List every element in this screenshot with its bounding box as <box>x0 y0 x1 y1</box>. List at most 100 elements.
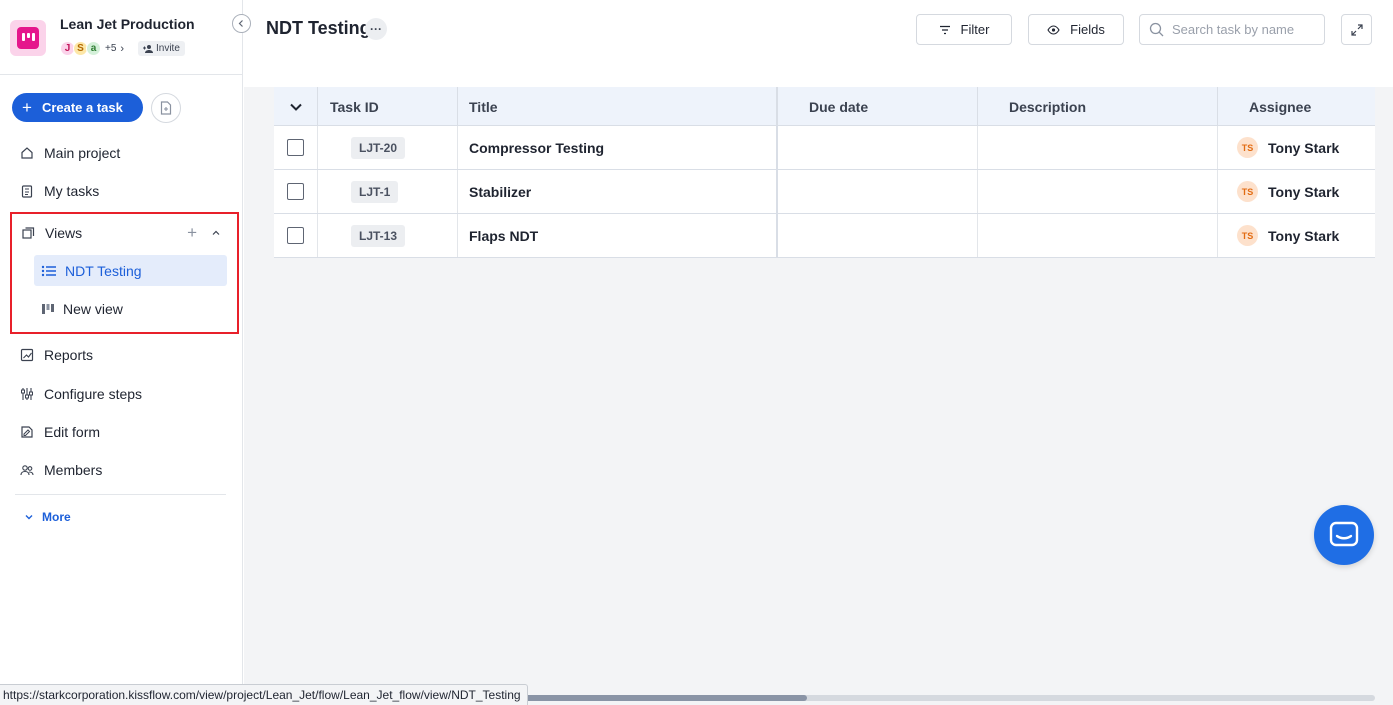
column-header-task-id[interactable]: Task ID <box>318 87 458 126</box>
main-content: NDT Testing ··· Filter Fields Task ID Ti… <box>244 0 1393 705</box>
description-cell[interactable] <box>978 214 1218 257</box>
due-date-cell[interactable] <box>778 126 978 169</box>
title-cell[interactable]: Compressor Testing <box>458 126 778 169</box>
row-checkbox[interactable] <box>287 183 304 200</box>
sidebar-item-members[interactable]: Members <box>20 458 102 482</box>
column-header-title[interactable]: Title <box>458 87 778 126</box>
chevron-left-icon <box>238 20 243 27</box>
task-title: Flaps NDT <box>469 227 539 244</box>
plus-icon: + <box>22 98 32 117</box>
column-header-description[interactable]: Description <box>978 87 1218 126</box>
views-section: Views + NDT Testing New view <box>10 212 239 334</box>
clipboard-icon <box>21 185 33 198</box>
invite-label: Invite <box>156 43 180 54</box>
create-task-button[interactable]: + Create a task <box>12 93 143 122</box>
project-logo[interactable] <box>10 20 46 56</box>
sidebar-item-label: My tasks <box>44 183 100 199</box>
status-bar-url: https://starkcorporation.kissflow.com/vi… <box>0 684 528 705</box>
sidebar-item-main-project[interactable]: Main project <box>20 141 120 165</box>
column-header-due-date[interactable]: Due date <box>778 87 978 126</box>
fullscreen-button[interactable] <box>1341 14 1372 45</box>
search-input[interactable] <box>1172 22 1322 37</box>
task-id-badge: LJT-1 <box>351 180 399 203</box>
page-title: NDT Testing <box>266 18 371 38</box>
chevron-down-icon <box>289 103 302 111</box>
table-row[interactable]: LJT-13 Flaps NDT TS Tony Stark <box>274 214 1375 258</box>
table-row[interactable]: LJT-20 Compressor Testing TS Tony Stark <box>274 126 1375 170</box>
description-cell[interactable] <box>978 126 1218 169</box>
assignee-name: Tony Stark <box>1268 139 1340 156</box>
table-header: Task ID Title Due date Description Assig… <box>274 87 1375 126</box>
assignee-cell[interactable]: TS Tony Stark <box>1218 126 1375 169</box>
row-select-cell <box>274 170 318 213</box>
more-options-button[interactable]: ··· <box>365 18 387 40</box>
sidebar-item-label: Configure steps <box>44 386 143 402</box>
sidebar-item-configure-steps[interactable]: Configure steps <box>20 382 142 406</box>
sidebar-item-label: Members <box>44 462 103 478</box>
fields-label: Fields <box>1070 22 1105 37</box>
views-label: Views <box>45 225 83 241</box>
collapse-sidebar-button[interactable] <box>232 14 251 33</box>
create-task-label: Create a task <box>41 100 123 115</box>
row-checkbox[interactable] <box>287 227 304 244</box>
top-bar: NDT Testing ··· Filter Fields <box>244 0 1393 87</box>
eye-icon <box>1047 24 1060 35</box>
filter-icon <box>939 25 950 34</box>
sidebar-item-label: Main project <box>44 145 121 161</box>
row-select-cell <box>274 126 318 169</box>
chat-launcher-button[interactable] <box>1314 505 1374 565</box>
row-select-cell <box>274 214 318 257</box>
project-name[interactable]: Lean Jet Production <box>60 16 195 32</box>
filter-button[interactable]: Filter <box>916 14 1012 45</box>
project-header: Lean Jet Production J S a +5 › Invite <box>0 0 242 75</box>
sidebar-item-my-tasks[interactable]: My tasks <box>20 179 99 203</box>
sidebar-item-reports[interactable]: Reports <box>20 343 93 367</box>
due-date-cell[interactable] <box>778 214 978 257</box>
more-link[interactable]: More <box>24 510 71 524</box>
filter-label: Filter <box>960 22 990 37</box>
assignee-name: Tony Stark <box>1268 183 1340 200</box>
search-icon <box>1149 22 1164 37</box>
chevron-up-icon[interactable] <box>211 228 221 238</box>
task-id-badge: LJT-20 <box>351 136 406 159</box>
chart-icon <box>20 348 34 362</box>
document-icon <box>160 101 172 115</box>
view-item-label: NDT Testing <box>65 262 142 279</box>
row-checkbox[interactable] <box>287 139 304 156</box>
title-cell[interactable]: Flaps NDT <box>458 214 778 257</box>
chevron-down-icon <box>25 515 33 520</box>
view-item-new-view[interactable]: New view <box>34 293 227 324</box>
column-header-assignee[interactable]: Assignee <box>1218 87 1375 126</box>
views-header[interactable]: Views + <box>22 223 227 243</box>
table-row[interactable]: LJT-1 Stabilizer TS Tony Stark <box>274 170 1375 214</box>
chat-icon <box>1329 521 1359 547</box>
invite-button[interactable]: Invite <box>138 41 185 56</box>
task-title: Compressor Testing <box>469 139 605 156</box>
due-date-cell[interactable] <box>778 170 978 213</box>
views-actions: + <box>187 223 221 243</box>
fields-button[interactable]: Fields <box>1028 14 1124 45</box>
document-button[interactable] <box>151 93 181 123</box>
sidebar-divider <box>15 494 226 495</box>
assignee-cell[interactable]: TS Tony Stark <box>1218 214 1375 257</box>
avatar: TS <box>1237 137 1258 158</box>
add-view-icon[interactable]: + <box>187 223 197 243</box>
avatar: TS <box>1237 225 1258 246</box>
more-label: More <box>42 510 71 524</box>
assignee-cell[interactable]: TS Tony Stark <box>1218 170 1375 213</box>
board-icon <box>42 303 54 314</box>
member-avatars[interactable]: J S a +5 › <box>60 41 124 56</box>
form-icon <box>21 426 33 438</box>
sidebar-item-label: Edit form <box>44 424 101 440</box>
assignee-name: Tony Stark <box>1268 227 1340 244</box>
task-id-cell: LJT-1 <box>318 170 458 213</box>
list-icon <box>41 265 56 276</box>
description-cell[interactable] <box>978 170 1218 213</box>
avatar: a <box>86 41 101 56</box>
view-item-ndt-testing[interactable]: NDT Testing <box>34 255 227 286</box>
task-table: Task ID Title Due date Description Assig… <box>274 87 1375 258</box>
select-all-toggle[interactable] <box>274 87 318 126</box>
sidebar-item-edit-form[interactable]: Edit form <box>20 420 100 444</box>
title-cell[interactable]: Stabilizer <box>458 170 778 213</box>
task-id-cell: LJT-20 <box>318 126 458 169</box>
